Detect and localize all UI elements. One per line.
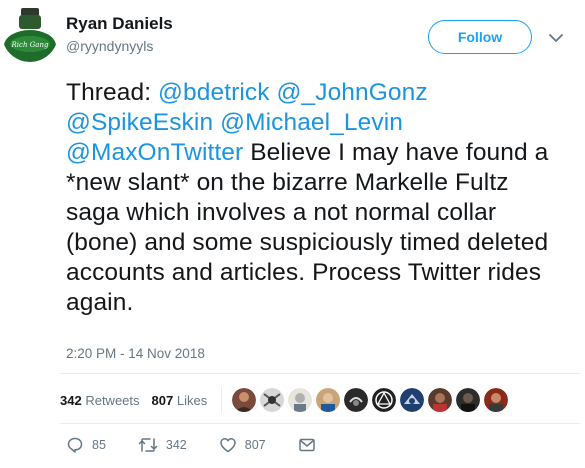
liker-avatars: [232, 388, 512, 412]
mention-link[interactable]: @Michael_Levin: [220, 109, 403, 136]
mention-link[interactable]: @SpikeEskin: [66, 109, 213, 136]
liker-avatar[interactable]: [232, 388, 257, 412]
thread-prefix: Thread:: [66, 79, 159, 106]
avatar-text: Rich Gang: [11, 41, 49, 49]
avatar[interactable]: Rich Gang: [2, 6, 58, 62]
mention-link[interactable]: @MaxOnTwitter: [66, 139, 243, 166]
retweet-icon: [138, 438, 158, 452]
liker-avatar[interactable]: [428, 388, 453, 412]
liker-avatar[interactable]: [400, 388, 425, 412]
liker-avatar[interactable]: [456, 388, 481, 412]
liker-avatar[interactable]: [344, 388, 369, 412]
reply-icon: [67, 437, 83, 453]
divider: [60, 423, 580, 424]
tweet-text: Thread: @bdetrick @_JohnGonz @SpikeEskin…: [66, 78, 566, 318]
retweets-stat[interactable]: 342 Retweets: [60, 393, 140, 408]
likes-label: Likes: [176, 392, 208, 408]
action-bar: 85 342 807: [66, 436, 356, 454]
envelope-icon: [298, 438, 315, 452]
likes-count: 807: [151, 392, 174, 408]
retweet-count: 342: [165, 438, 187, 452]
stats-separator: [221, 387, 223, 413]
user-handle[interactable]: @ryyndynyyls: [66, 38, 153, 54]
like-button[interactable]: 807: [219, 436, 266, 454]
follow-button[interactable]: Follow: [428, 20, 532, 54]
chevron-down-icon[interactable]: [546, 28, 566, 48]
liker-avatar[interactable]: [316, 388, 341, 412]
retweets-label: Retweets: [85, 392, 140, 408]
engagement-stats: 342 Retweets 807 Likes: [60, 380, 512, 420]
like-count: 807: [244, 438, 266, 452]
retweets-count: 342: [60, 392, 82, 408]
liker-avatar[interactable]: [484, 388, 509, 412]
mention-link[interactable]: @bdetrick: [158, 79, 270, 106]
retweet-button[interactable]: 342: [138, 436, 187, 454]
tweet-card: Rich Gang Ryan Daniels @ryyndynyyls Foll…: [0, 0, 585, 468]
liker-avatar[interactable]: [288, 388, 313, 412]
mention-link[interactable]: @_JohnGonz: [277, 79, 428, 106]
reply-button[interactable]: 85: [66, 436, 106, 454]
liker-avatar[interactable]: [260, 388, 285, 412]
likes-stat[interactable]: 807 Likes: [152, 393, 208, 408]
divider: [60, 373, 580, 374]
timestamp[interactable]: 2:20 PM - 14 Nov 2018: [66, 346, 205, 361]
heart-icon: [220, 438, 236, 453]
liker-avatar[interactable]: [372, 388, 397, 412]
user-name[interactable]: Ryan Daniels: [66, 14, 173, 34]
message-button[interactable]: [298, 437, 324, 453]
reply-count: 85: [92, 438, 106, 452]
